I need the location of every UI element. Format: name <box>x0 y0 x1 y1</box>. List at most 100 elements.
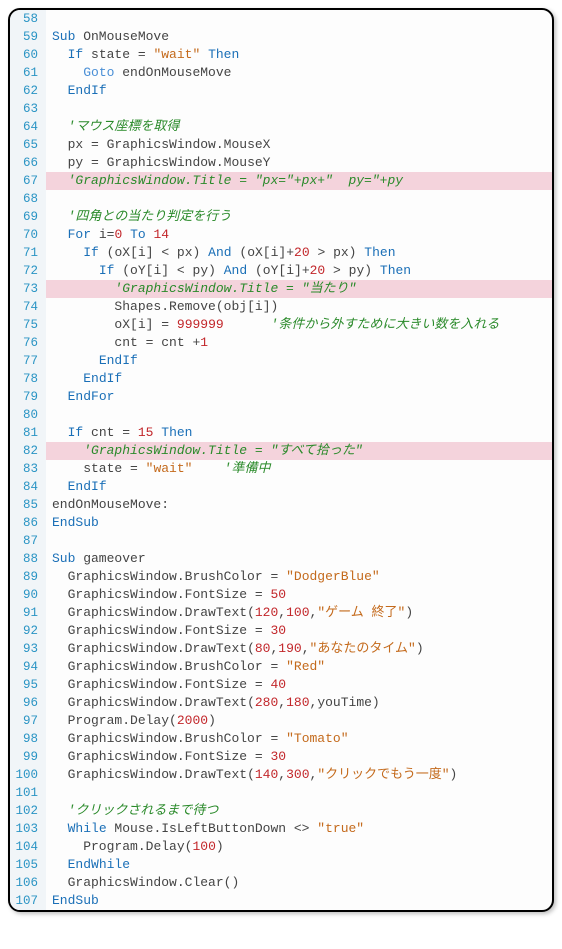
code-content[interactable]: EndIf <box>46 82 552 100</box>
code-line[interactable]: 75 oX[i] = 999999 '条件から外すために大きい数を入れる <box>10 316 552 334</box>
code-line[interactable]: 107EndSub <box>10 892 552 910</box>
code-content[interactable]: GraphicsWindow.DrawText(140,300,"クリックでもう… <box>46 766 552 784</box>
code-content[interactable]: EndFor <box>46 388 552 406</box>
code-content[interactable]: '四角との当たり判定を行う <box>46 208 552 226</box>
code-content[interactable]: If (oX[i] < px) And (oX[i]+20 > px) Then <box>46 244 552 262</box>
code-content[interactable]: 'GraphicsWindow.Title = "すべて拾った" <box>46 442 552 460</box>
code-line[interactable]: 58 <box>10 10 552 28</box>
code-content[interactable]: px = GraphicsWindow.MouseX <box>46 136 552 154</box>
code-line[interactable]: 93 GraphicsWindow.DrawText(80,190,"あなたのタ… <box>10 640 552 658</box>
code-line[interactable]: 104 Program.Delay(100) <box>10 838 552 856</box>
code-line[interactable]: 79 EndFor <box>10 388 552 406</box>
code-line[interactable]: 74 Shapes.Remove(obj[i]) <box>10 298 552 316</box>
code-content[interactable]: Sub OnMouseMove <box>46 28 552 46</box>
code-line[interactable]: 103 While Mouse.IsLeftButtonDown <> "tru… <box>10 820 552 838</box>
code-line[interactable]: 97 Program.Delay(2000) <box>10 712 552 730</box>
code-line[interactable]: 78 EndIf <box>10 370 552 388</box>
code-content[interactable]: cnt = cnt +1 <box>46 334 552 352</box>
code-line[interactable]: 67 'GraphicsWindow.Title = "px="+px+" py… <box>10 172 552 190</box>
code-content[interactable]: 'GraphicsWindow.Title = "当たり" <box>46 280 552 298</box>
code-line[interactable]: 59Sub OnMouseMove <box>10 28 552 46</box>
code-content[interactable]: GraphicsWindow.DrawText(280,180,youTime) <box>46 694 552 712</box>
code-content[interactable]: state = "wait" '準備中 <box>46 460 552 478</box>
code-line[interactable]: 61 Goto endOnMouseMove <box>10 64 552 82</box>
code-line[interactable]: 83 state = "wait" '準備中 <box>10 460 552 478</box>
code-line[interactable]: 70 For i=0 To 14 <box>10 226 552 244</box>
code-line[interactable]: 73 'GraphicsWindow.Title = "当たり" <box>10 280 552 298</box>
code-line[interactable]: 101 <box>10 784 552 802</box>
code-line[interactable]: 106 GraphicsWindow.Clear() <box>10 874 552 892</box>
code-content[interactable]: GraphicsWindow.FontSize = 30 <box>46 622 552 640</box>
code-line[interactable]: 76 cnt = cnt +1 <box>10 334 552 352</box>
code-line[interactable]: 87 <box>10 532 552 550</box>
code-content[interactable]: 'クリックされるまで待つ <box>46 802 552 820</box>
code-line[interactable]: 86EndSub <box>10 514 552 532</box>
code-content[interactable]: GraphicsWindow.DrawText(80,190,"あなたのタイム"… <box>46 640 552 658</box>
code-content[interactable]: GraphicsWindow.FontSize = 30 <box>46 748 552 766</box>
line-number: 97 <box>10 712 46 730</box>
code-content[interactable]: GraphicsWindow.BrushColor = "DodgerBlue" <box>46 568 552 586</box>
code-content[interactable]: 'GraphicsWindow.Title = "px="+px+" py="+… <box>46 172 552 190</box>
code-content[interactable]: Goto endOnMouseMove <box>46 64 552 82</box>
code-content[interactable]: If state = "wait" Then <box>46 46 552 64</box>
code-content[interactable]: If cnt = 15 Then <box>46 424 552 442</box>
code-line[interactable]: 99 GraphicsWindow.FontSize = 30 <box>10 748 552 766</box>
code-line[interactable]: 62 EndIf <box>10 82 552 100</box>
code-content[interactable]: Program.Delay(2000) <box>46 712 552 730</box>
code-content[interactable]: EndWhile <box>46 856 552 874</box>
code-content[interactable]: Shapes.Remove(obj[i]) <box>46 298 552 316</box>
code-line[interactable]: 94 GraphicsWindow.BrushColor = "Red" <box>10 658 552 676</box>
code-content[interactable]: Sub gameover <box>46 550 552 568</box>
code-line[interactable]: 81 If cnt = 15 Then <box>10 424 552 442</box>
code-line[interactable]: 80 <box>10 406 552 424</box>
line-number: 78 <box>10 370 46 388</box>
code-line[interactable]: 64 'マウス座標を取得 <box>10 118 552 136</box>
code-content[interactable]: For i=0 To 14 <box>46 226 552 244</box>
code-line[interactable]: 60 If state = "wait" Then <box>10 46 552 64</box>
code-line[interactable]: 77 EndIf <box>10 352 552 370</box>
code-content[interactable]: GraphicsWindow.BrushColor = "Red" <box>46 658 552 676</box>
code-content[interactable]: GraphicsWindow.DrawText(120,100,"ゲーム 終了"… <box>46 604 552 622</box>
code-line[interactable]: 88Sub gameover <box>10 550 552 568</box>
code-line[interactable]: 96 GraphicsWindow.DrawText(280,180,youTi… <box>10 694 552 712</box>
code-line[interactable]: 69 '四角との当たり判定を行う <box>10 208 552 226</box>
code-content[interactable]: EndIf <box>46 370 552 388</box>
code-line[interactable]: 92 GraphicsWindow.FontSize = 30 <box>10 622 552 640</box>
code-content[interactable]: GraphicsWindow.BrushColor = "Tomato" <box>46 730 552 748</box>
code-content[interactable]: GraphicsWindow.FontSize = 40 <box>46 676 552 694</box>
code-content[interactable]: GraphicsWindow.Clear() <box>46 874 552 892</box>
code-line[interactable]: 63 <box>10 100 552 118</box>
code-line[interactable]: 66 py = GraphicsWindow.MouseY <box>10 154 552 172</box>
code-line[interactable]: 90 GraphicsWindow.FontSize = 50 <box>10 586 552 604</box>
code-content[interactable]: py = GraphicsWindow.MouseY <box>46 154 552 172</box>
code-line[interactable]: 84 EndIf <box>10 478 552 496</box>
code-line[interactable]: 85endOnMouseMove: <box>10 496 552 514</box>
code-line[interactable]: 105 EndWhile <box>10 856 552 874</box>
code-content[interactable]: EndSub <box>46 892 552 910</box>
code-line[interactable]: 100 GraphicsWindow.DrawText(140,300,"クリッ… <box>10 766 552 784</box>
code-content[interactable]: While Mouse.IsLeftButtonDown <> "true" <box>46 820 552 838</box>
code-content[interactable]: EndIf <box>46 352 552 370</box>
code-content[interactable]: If (oY[i] < py) And (oY[i]+20 > py) Then <box>46 262 552 280</box>
code-editor[interactable]: 5859Sub OnMouseMove60 If state = "wait" … <box>8 8 554 912</box>
code-line[interactable]: 72 If (oY[i] < py) And (oY[i]+20 > py) T… <box>10 262 552 280</box>
code-line[interactable]: 98 GraphicsWindow.BrushColor = "Tomato" <box>10 730 552 748</box>
line-number: 59 <box>10 28 46 46</box>
code-line[interactable]: 82 'GraphicsWindow.Title = "すべて拾った" <box>10 442 552 460</box>
code-content[interactable]: GraphicsWindow.FontSize = 50 <box>46 586 552 604</box>
code-content[interactable]: oX[i] = 999999 '条件から外すために大きい数を入れる <box>46 316 552 334</box>
code-content[interactable]: EndIf <box>46 478 552 496</box>
code-line[interactable]: 102 'クリックされるまで待つ <box>10 802 552 820</box>
code-line[interactable]: 65 px = GraphicsWindow.MouseX <box>10 136 552 154</box>
code-content[interactable]: EndSub <box>46 514 552 532</box>
code-line[interactable]: 89 GraphicsWindow.BrushColor = "DodgerBl… <box>10 568 552 586</box>
line-number: 68 <box>10 190 46 208</box>
code-content[interactable]: endOnMouseMove: <box>46 496 552 514</box>
code-line[interactable]: 71 If (oX[i] < px) And (oX[i]+20 > px) T… <box>10 244 552 262</box>
code-line[interactable]: 68 <box>10 190 552 208</box>
line-number: 75 <box>10 316 46 334</box>
code-content[interactable]: Program.Delay(100) <box>46 838 552 856</box>
code-line[interactable]: 95 GraphicsWindow.FontSize = 40 <box>10 676 552 694</box>
code-line[interactable]: 91 GraphicsWindow.DrawText(120,100,"ゲーム … <box>10 604 552 622</box>
code-content[interactable]: 'マウス座標を取得 <box>46 118 552 136</box>
